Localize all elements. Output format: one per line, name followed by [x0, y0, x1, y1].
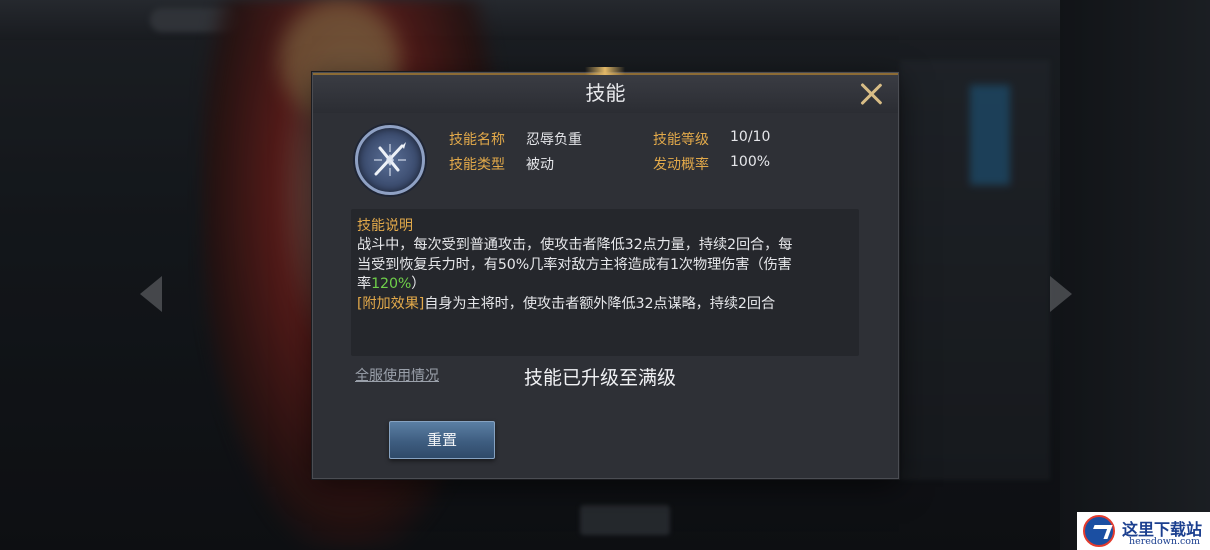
description-heading: 技能说明 — [357, 218, 413, 234]
description-text: ） — [411, 276, 426, 292]
watermark: 这里下载站 heredown.com — [1077, 512, 1210, 550]
skill-type-label: 技能类型 — [449, 157, 505, 173]
server-usage-link[interactable]: 全服使用情况 — [355, 365, 439, 385]
watermark-logo-icon — [1083, 515, 1115, 547]
watermark-url: heredown.com — [1129, 536, 1201, 547]
close-icon[interactable] — [856, 79, 886, 109]
skill-level-label: 技能等级 — [653, 132, 709, 148]
reset-button[interactable]: 重置 — [389, 421, 495, 459]
dialog-title: 技能 — [585, 81, 626, 105]
damage-rate-value: 120% — [371, 276, 412, 292]
description-line: 战斗中，每次受到普通攻击，使攻击者降低32点力量，持续2回合，每 — [357, 237, 793, 253]
description-body: 战斗中，每次受到普通攻击，使攻击者降低32点力量，持续2回合，每 当受到恢复兵力… — [357, 236, 855, 314]
max-level-status: 技能已升级至满级 — [524, 367, 677, 389]
description-text: 率 — [357, 276, 372, 292]
trigger-rate-label: 发动概率 — [653, 157, 709, 173]
crossed-swords-icon — [355, 125, 425, 195]
skill-name-value: 忍辱负重 — [526, 132, 582, 148]
description-line: 当受到恢复兵力时，有50%几率对敌方主将造成有1次物理伤害（伤害 — [357, 256, 792, 273]
skill-type-value: 被动 — [526, 157, 554, 173]
trigger-rate-value: 100% — [730, 154, 771, 170]
extra-effect-text: 自身为主将时，使攻击者额外降低32点谋略，持续2回合 — [424, 295, 776, 312]
skill-description: 技能说明 战斗中，每次受到普通攻击，使攻击者降低32点力量，持续2回合，每 当受… — [351, 209, 859, 356]
skill-name-label: 技能名称 — [449, 132, 505, 148]
skill-level-value: 10/10 — [730, 129, 771, 145]
skill-dialog: 技能 技能名称 忍辱负重 技能等级 10/10 技能类型 被动 发动概率 100… — [312, 67, 899, 479]
description-line: 率120%） — [357, 275, 855, 295]
extra-effect-tag: [附加效果] — [357, 295, 425, 312]
extra-effect-line: [附加效果]自身为主将时，使攻击者额外降低32点谋略，持续2回合 — [357, 295, 855, 315]
